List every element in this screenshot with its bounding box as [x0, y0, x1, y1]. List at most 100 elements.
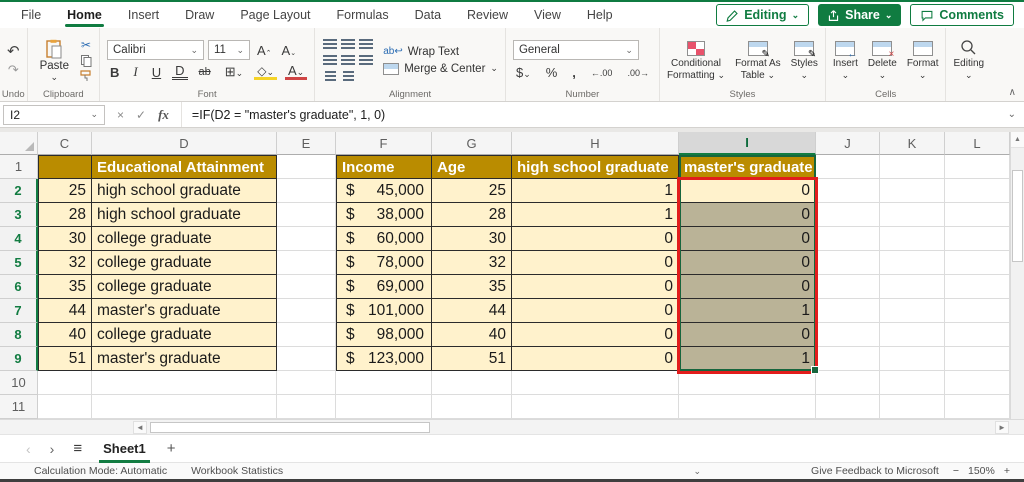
collapse-ribbon-icon[interactable]: ∧ — [1009, 87, 1016, 98]
bold-button[interactable]: B — [107, 65, 122, 80]
cell-L11[interactable] — [945, 395, 1010, 419]
font-color-button[interactable]: A⌄ — [285, 64, 308, 80]
cell-H10[interactable] — [512, 371, 679, 395]
workbook-statistics-button[interactable]: Workbook Statistics — [191, 465, 283, 477]
cell-D8[interactable]: college graduate — [92, 323, 277, 347]
cell-D3[interactable]: high school graduate — [92, 203, 277, 227]
percent-style-button[interactable]: % — [543, 65, 561, 80]
undo-icon[interactable]: ↶ — [7, 42, 20, 60]
format-painter-icon[interactable] — [80, 70, 92, 82]
delete-cells-button[interactable]: × Delete ⌄ — [868, 41, 897, 81]
align-left-icon[interactable] — [323, 55, 338, 65]
cell-D2[interactable]: high school graduate — [92, 179, 277, 203]
cell-H2[interactable]: 1 — [512, 179, 679, 203]
column-header-D[interactable]: D — [92, 132, 277, 155]
cell-J11[interactable] — [816, 395, 880, 419]
cell-C9[interactable]: 51 — [38, 347, 92, 371]
cell-K9[interactable] — [880, 347, 945, 371]
row-header-6[interactable]: 6 — [0, 275, 38, 299]
tab-page-layout[interactable]: Page Layout — [227, 2, 323, 28]
zoom-level[interactable]: 150% — [968, 465, 995, 477]
cell-K6[interactable] — [880, 275, 945, 299]
row-header-1[interactable]: 1 — [0, 155, 38, 179]
cell-I4[interactable]: 0 — [679, 227, 816, 251]
cell-H8[interactable]: 0 — [512, 323, 679, 347]
cell-L7[interactable] — [945, 299, 1010, 323]
increase-font-icon[interactable]: A ⌃ — [254, 43, 275, 58]
cell-G10[interactable] — [432, 371, 512, 395]
cell-G6[interactable]: 35 — [432, 275, 512, 299]
cell-I6[interactable]: 0 — [679, 275, 816, 299]
font-size-select[interactable]: 11 ⌄ — [208, 40, 250, 60]
decrease-font-icon[interactable]: A ⌄ — [279, 43, 300, 58]
cancel-icon[interactable]: × — [117, 108, 124, 122]
decrease-decimal-button[interactable]: .00→ — [624, 68, 652, 78]
cell-J5[interactable] — [816, 251, 880, 275]
tab-formulas[interactable]: Formulas — [324, 2, 402, 28]
tab-review[interactable]: Review — [454, 2, 521, 28]
column-header-G[interactable]: G — [432, 132, 512, 155]
row-header-4[interactable]: 4 — [0, 227, 38, 251]
cell-F9[interactable]: $123,000 — [336, 347, 432, 371]
column-header-C[interactable]: C — [38, 132, 92, 155]
cell-D6[interactable]: college graduate — [92, 275, 277, 299]
cell-H5[interactable]: 0 — [512, 251, 679, 275]
comments-button[interactable]: Comments — [910, 4, 1014, 26]
cell-E1[interactable] — [277, 155, 336, 179]
row-header-7[interactable]: 7 — [0, 299, 38, 323]
cell-H1[interactable]: high school graduate — [512, 155, 679, 179]
decrease-indent-icon[interactable] — [324, 71, 336, 81]
cell-J8[interactable] — [816, 323, 880, 347]
cell-I2[interactable]: 0 — [679, 179, 816, 203]
tab-file[interactable]: File — [8, 2, 54, 28]
cell-D5[interactable]: college graduate — [92, 251, 277, 275]
editing-mode-button[interactable]: Editing ⌄ — [716, 4, 810, 26]
scroll-right-icon[interactable]: ► — [995, 421, 1009, 434]
cell-I9[interactable]: 1 — [679, 347, 816, 371]
cell-J3[interactable] — [816, 203, 880, 227]
sheet-tab-sheet1[interactable]: Sheet1 — [99, 441, 150, 463]
select-all-corner[interactable] — [0, 132, 38, 155]
format-as-table-button[interactable]: ✎ Format As Table ⌄ — [735, 41, 781, 81]
cell-K5[interactable] — [880, 251, 945, 275]
add-sheet-icon[interactable]: + — [167, 440, 176, 457]
cell-K10[interactable] — [880, 371, 945, 395]
cell-K4[interactable] — [880, 227, 945, 251]
italic-button[interactable]: I — [130, 64, 140, 80]
cell-E8[interactable] — [277, 323, 336, 347]
cell-G2[interactable]: 25 — [432, 179, 512, 203]
cell-E11[interactable] — [277, 395, 336, 419]
vertical-scrollbar[interactable]: ▲ — [1010, 132, 1024, 419]
cell-L6[interactable] — [945, 275, 1010, 299]
cell-L2[interactable] — [945, 179, 1010, 203]
share-button[interactable]: Share ⌄ — [818, 4, 902, 26]
prev-sheet-icon[interactable]: ‹ — [26, 441, 31, 457]
tab-draw[interactable]: Draw — [172, 2, 227, 28]
cell-K11[interactable] — [880, 395, 945, 419]
row-header-5[interactable]: 5 — [0, 251, 38, 275]
cell-D11[interactable] — [92, 395, 277, 419]
row-header-2[interactable]: 2 — [0, 179, 38, 203]
editing-menu-button[interactable]: Editing ⌄ — [953, 39, 984, 81]
tab-help[interactable]: Help — [574, 2, 626, 28]
cell-I3[interactable]: 0 — [679, 203, 816, 227]
calc-mode-status[interactable]: Calculation Mode: Automatic — [34, 465, 167, 477]
cell-C5[interactable]: 32 — [38, 251, 92, 275]
cell-C2[interactable]: 25 — [38, 179, 92, 203]
name-box[interactable]: I2 ⌄ — [3, 104, 105, 125]
cell-J2[interactable] — [816, 179, 880, 203]
column-header-J[interactable]: J — [816, 132, 880, 155]
column-header-H[interactable]: H — [512, 132, 679, 155]
double-underline-button[interactable]: D — [172, 64, 188, 80]
row-header-11[interactable]: 11 — [0, 395, 38, 419]
enter-icon[interactable]: ✓ — [136, 108, 146, 122]
formula-input[interactable]: =IF(D2 = "master's graduate", 1, 0) — [182, 108, 1008, 122]
copy-icon[interactable] — [80, 55, 92, 67]
cell-D9[interactable]: master's graduate — [92, 347, 277, 371]
cell-C8[interactable]: 40 — [38, 323, 92, 347]
cell-G1[interactable]: Age — [432, 155, 512, 179]
cell-G3[interactable]: 28 — [432, 203, 512, 227]
scroll-up-icon[interactable]: ▲ — [1011, 132, 1024, 148]
cell-D4[interactable]: college graduate — [92, 227, 277, 251]
cell-E2[interactable] — [277, 179, 336, 203]
